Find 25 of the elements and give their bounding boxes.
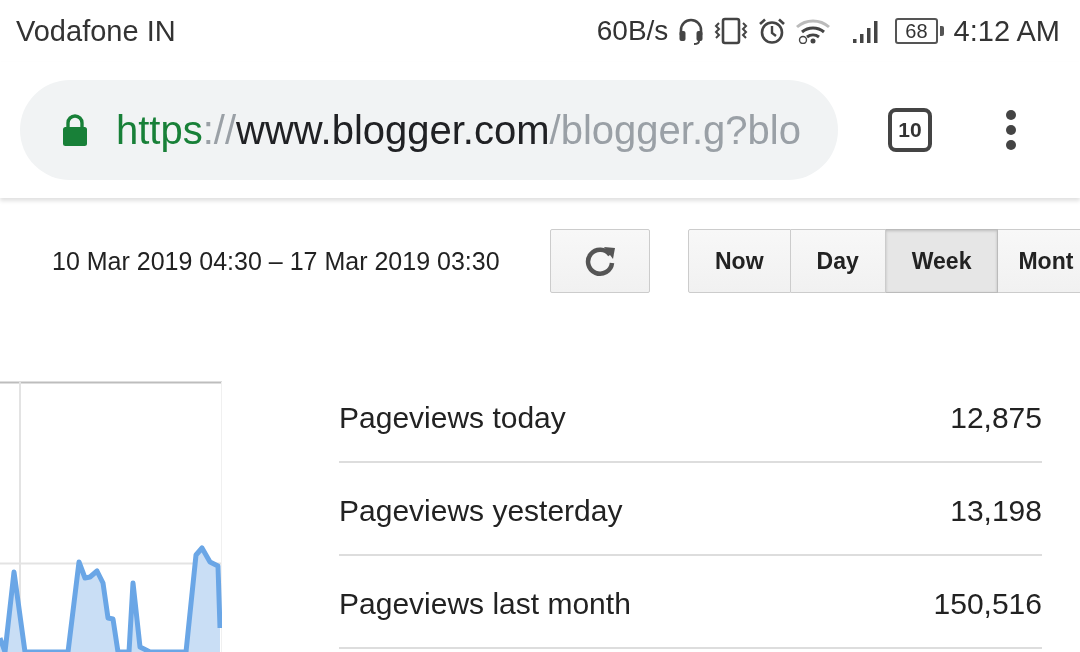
stat-label: Pageviews today — [339, 400, 566, 435]
period-tab[interactable]: Now — [688, 229, 791, 293]
carrier-name: Vodafone IN — [16, 14, 176, 48]
wifi-icon — [795, 18, 832, 44]
period-tab[interactable]: Mont — [998, 229, 1080, 293]
stat-value: 13,198 — [950, 493, 1042, 528]
period-tab[interactable]: Day — [790, 229, 886, 293]
stat-label: Pageviews last month — [339, 586, 631, 621]
refresh-button[interactable] — [550, 229, 650, 293]
period-tab[interactable]: Week — [885, 229, 999, 293]
refresh-icon — [583, 244, 617, 278]
date-range-text: 10 Mar 2019 04:30 – 17 Mar 2019 03:30 — [51, 246, 501, 276]
clock-time: 4:12 AM — [953, 14, 1060, 48]
menu-icon[interactable] — [1004, 109, 1018, 151]
url-text: https://www.blogger.com/blogger.g?blo — [116, 107, 801, 153]
alarm-clock-icon — [758, 17, 787, 45]
tab-switcher-button[interactable]: 10 — [888, 108, 932, 152]
stat-value: 12,875 — [950, 400, 1042, 435]
vibrate-icon — [713, 17, 750, 45]
battery-indicator: 68 — [895, 18, 944, 44]
address-bar[interactable]: https://www.blogger.com/blogger.g?blo — [20, 80, 838, 180]
network-speed: 60B/s — [596, 15, 669, 47]
headphones-icon — [678, 17, 705, 45]
stat-label: Pageviews yesterday — [339, 493, 623, 528]
stat-value: 150,516 — [933, 586, 1042, 621]
